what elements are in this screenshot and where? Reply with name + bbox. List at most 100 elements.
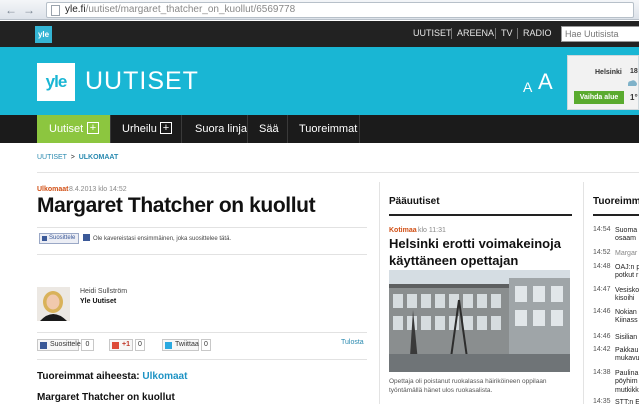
- thumb-up-icon: [42, 236, 47, 241]
- forward-button[interactable]: →: [22, 3, 36, 17]
- list-item-time: 14:52: [593, 249, 611, 256]
- font-size-large-button[interactable]: A: [538, 69, 553, 95]
- list-item-title: Vesisko: [615, 287, 639, 294]
- related-topic-link[interactable]: Ulkomaat: [142, 371, 187, 382]
- twitter-label: Twiittaa: [175, 341, 199, 348]
- weather-temp: 18: [630, 68, 638, 75]
- list-item-title-2: mukavu: [615, 355, 639, 362]
- list-item-time: 14:46: [593, 308, 611, 315]
- list-item-title: Nokian: [615, 309, 637, 316]
- list-item-time: 14:54: [593, 226, 611, 233]
- expand-plus-icon[interactable]: +: [87, 122, 99, 134]
- nav-item-tuoreimmat[interactable]: Tuoreimmat: [299, 123, 357, 135]
- weather-cloud-icon: [628, 80, 637, 86]
- breadcrumb-separator: >: [70, 154, 75, 161]
- news-headline[interactable]: Helsinki erotti voimakeinoja käyttäneen …: [389, 235, 569, 269]
- facebook-share-count: 0: [81, 339, 94, 351]
- facebook-icon: [40, 342, 47, 349]
- main-nav: Uutiset + Urheilu + Suora linja Sää Tuor…: [0, 115, 639, 143]
- facebook-icon: [83, 234, 90, 241]
- expand-plus-icon[interactable]: +: [160, 122, 172, 134]
- toplink-radio[interactable]: RADIO: [523, 28, 552, 38]
- news-category[interactable]: Kotimaa: [389, 227, 417, 234]
- gplus-count: 0: [135, 339, 145, 351]
- column-divider: [379, 182, 380, 404]
- list-item[interactable]: 14:38 Paulina pöyhim mutkikk: [593, 369, 639, 397]
- divider: [181, 115, 182, 143]
- school-building-photo: [389, 270, 570, 372]
- list-item-title: Paulina: [615, 370, 639, 377]
- list-item[interactable]: 14:42 Pakkau mukavu: [593, 346, 639, 366]
- font-size-small-button[interactable]: A: [523, 79, 532, 95]
- breadcrumb-current[interactable]: ULKOMAAT: [79, 154, 119, 161]
- divider: [593, 214, 639, 216]
- print-link[interactable]: Tulosta: [341, 339, 364, 346]
- top-bar: yle UUTISET AREENA TV RADIO Hae Uutisist…: [0, 21, 639, 47]
- divider: [495, 28, 496, 39]
- search-input[interactable]: Hae Uutisista: [561, 26, 639, 42]
- author-avatar: [37, 287, 70, 321]
- breadcrumb: UUTISET > ULKOMAAT: [37, 154, 118, 161]
- like-label: Suosittele: [49, 235, 76, 241]
- twitter-count: 0: [201, 339, 211, 351]
- divider: [37, 227, 367, 228]
- gplus-button[interactable]: +1: [109, 339, 133, 351]
- brand-title[interactable]: UUTISET: [85, 67, 199, 96]
- toplink-uutiset[interactable]: UUTISET: [413, 28, 452, 38]
- article-date: 8.4.2013 klo 14:52: [69, 186, 127, 193]
- list-item-title: Sisilian: [615, 334, 638, 341]
- list-item[interactable]: 14:48 OAJ:n p potkut r: [593, 263, 639, 283]
- back-button[interactable]: ←: [4, 3, 18, 17]
- list-item-title-2: pöyhim: [615, 378, 638, 385]
- toplink-areena[interactable]: AREENA: [457, 28, 494, 38]
- arrow-left-icon: ←: [5, 3, 17, 17]
- list-item[interactable]: 14:47 Vesisko kisoihi: [593, 286, 639, 306]
- url-host: yle.fi: [65, 4, 86, 15]
- list-item[interactable]: 14:46 Nokian Kiinass: [593, 308, 639, 328]
- divider: [110, 115, 111, 143]
- facebook-share-button[interactable]: Suosittele: [37, 339, 81, 351]
- divider: [37, 254, 367, 255]
- url-path: /uutiset/margaret_thatcher_on_kuollut/65…: [85, 4, 296, 15]
- change-region-button[interactable]: Vaihda alue: [574, 91, 624, 104]
- divider: [389, 214, 572, 216]
- list-item-time: 14:47: [593, 286, 611, 293]
- list-item[interactable]: 14:46 Sisilian: [593, 333, 639, 343]
- news-time: klo 11:31: [418, 227, 446, 234]
- divider: [517, 28, 518, 39]
- twitter-button[interactable]: Twiittaa: [162, 339, 199, 351]
- list-item[interactable]: 14:35 STT:n E: [593, 398, 639, 408]
- list-item-time: 14:42: [593, 346, 611, 353]
- address-bar[interactable]: yle.fi/uutiset/margaret_thatcher_on_kuol…: [46, 2, 634, 18]
- divider: [37, 332, 367, 333]
- nav-item-saa[interactable]: Sää: [259, 123, 279, 135]
- yle-small-logo[interactable]: yle: [35, 26, 52, 43]
- news-image[interactable]: [389, 270, 570, 372]
- list-item-time: 14:38: [593, 369, 611, 376]
- toplink-tv[interactable]: TV: [501, 28, 513, 38]
- browser-toolbar: ← → yle.fi/uutiset/margaret_thatcher_on_…: [0, 0, 639, 20]
- gplus-label: +1: [122, 341, 130, 348]
- weather-widget: Helsinki 18 1° Vaihda alue: [567, 55, 639, 110]
- list-item-time: 14:48: [593, 263, 611, 270]
- nav-label: Uutiset: [49, 123, 84, 135]
- list-item-title: Pakkau: [615, 347, 639, 354]
- site-header: yle UUTISET A A Helsinki 18 1° Vaihda al…: [0, 47, 639, 115]
- nav-item-suora-linja[interactable]: Suora linja: [195, 123, 247, 135]
- divider: [359, 115, 360, 143]
- list-item-title-2: osaam: [615, 235, 637, 242]
- breadcrumb-root[interactable]: UUTISET: [37, 154, 67, 161]
- article-category[interactable]: Ulkomaat: [37, 186, 69, 193]
- nav-item-urheilu[interactable]: Urheilu: [122, 123, 157, 135]
- facebook-like-button[interactable]: Suosittele: [39, 233, 79, 244]
- article-subtitle: Margaret Thatcher on kuollut: [37, 392, 175, 403]
- yle-logo[interactable]: yle: [37, 63, 75, 101]
- gplus-icon: [112, 342, 119, 349]
- nav-item-uutiset[interactable]: Uutiset +: [37, 115, 110, 143]
- list-item-title-2: kisoihi: [615, 295, 635, 302]
- weather-city: Helsinki: [595, 69, 622, 76]
- list-item[interactable]: 14:52 Margar: [593, 249, 639, 259]
- list-item[interactable]: 14:54 Suoma osaam: [593, 226, 639, 246]
- share-label: Suosittele: [50, 341, 81, 348]
- divider: [287, 115, 288, 143]
